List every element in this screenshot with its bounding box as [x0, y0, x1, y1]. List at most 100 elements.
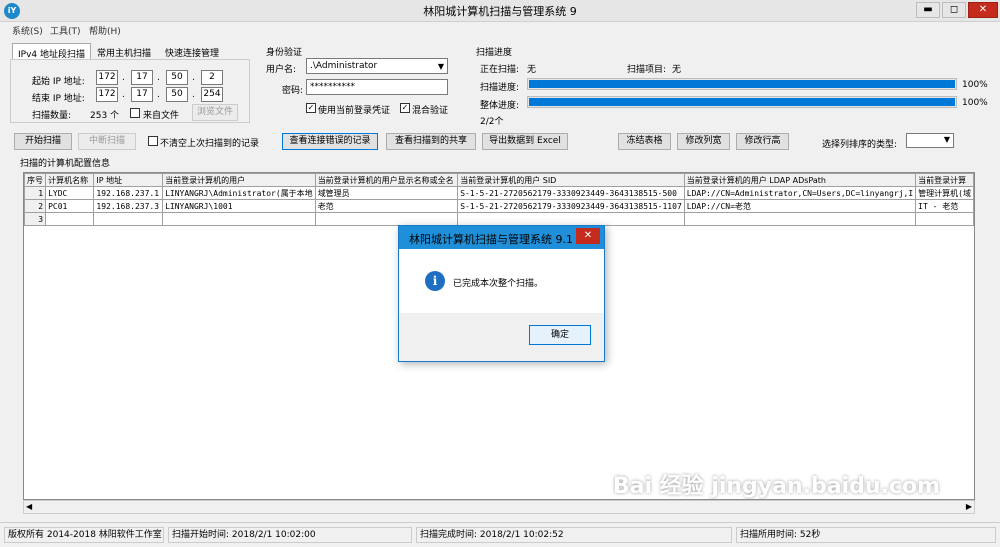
export-excel-button[interactable]: 导出数据到 Excel: [482, 133, 568, 150]
menu-system[interactable]: 系统(S): [12, 24, 43, 37]
table-cell[interactable]: LYDC: [45, 186, 95, 200]
table-cell[interactable]: [683, 212, 917, 226]
end-ip-octet-1[interactable]: 172: [96, 87, 118, 102]
menu-help[interactable]: 帮助(H): [89, 24, 121, 37]
stop-scan-button[interactable]: 中断扫描: [78, 133, 136, 150]
table-cell[interactable]: [314, 212, 459, 226]
from-file-checkbox[interactable]: [130, 108, 140, 118]
column-header[interactable]: 当前登录计算: [915, 173, 974, 187]
column-header[interactable]: 计算机名称: [45, 173, 95, 187]
ok-button[interactable]: 确定: [529, 325, 591, 345]
table-cell[interactable]: LINYANGRJ\Administrator(属于本地: [162, 186, 316, 200]
end-ip-octet-2[interactable]: 17: [131, 87, 153, 102]
table-cell[interactable]: S-1-5-21-2720562179-3330923449-364313851…: [457, 186, 685, 200]
column-header[interactable]: 当前登录计算机的用户 LDAP ADsPath: [683, 173, 917, 187]
end-ip-octet-4[interactable]: 254: [201, 87, 223, 102]
table-cell[interactable]: [162, 212, 316, 226]
close-button[interactable]: ✕: [968, 2, 998, 18]
title-bar: iY 林阳城计算机扫描与管理系统 9 ▬ ◻ ✕: [0, 0, 1000, 22]
start-ip-octet-4[interactable]: 2: [201, 70, 223, 85]
total-progress-percent: 100%: [962, 98, 988, 108]
window-title: 林阳城计算机扫描与管理系统 9: [423, 5, 577, 18]
table-row[interactable]: 1 LYDC 192.168.237.1 LINYANGRJ\Administrato…: [24, 186, 974, 200]
start-ip-octet-3[interactable]: 50: [166, 70, 188, 85]
view-shares-button[interactable]: 查看扫描到的共享: [386, 133, 476, 150]
use-current-credential-checkbox[interactable]: ✓: [306, 103, 316, 113]
column-header[interactable]: 序号: [24, 173, 47, 187]
table-cell[interactable]: [93, 212, 164, 226]
tab-common-hosts[interactable]: 常用主机扫描: [92, 43, 156, 60]
tab-ipv4-scan[interactable]: IPv4 地址段扫描: [12, 43, 91, 60]
browse-file-button[interactable]: 浏览文件: [192, 104, 238, 121]
column-header[interactable]: 当前登录计算机的用户 SID: [457, 173, 685, 187]
table-cell[interactable]: 192.168.237.1: [93, 186, 164, 200]
dialog-message: 已完成本次整个扫描。: [453, 279, 544, 289]
scroll-left-icon[interactable]: ◀: [26, 502, 32, 511]
mixed-auth-checkbox[interactable]: ✓: [400, 103, 410, 113]
column-width-button[interactable]: 修改列宽: [677, 133, 730, 150]
sort-type-select[interactable]: ▼: [906, 133, 954, 148]
menu-tools[interactable]: 工具(T): [50, 24, 81, 37]
minimize-button[interactable]: ▬: [916, 2, 940, 18]
scan-progress-percent: 100%: [962, 80, 988, 90]
total-progress-fill: [529, 98, 955, 106]
dialog-close-button[interactable]: ✕: [576, 228, 600, 244]
status-bar: 版权所有 2014-2018 林阳软件工作室 扫描开始时间: 2018/2/1 …: [0, 522, 1000, 547]
scanning-value: 无: [527, 65, 537, 75]
column-header[interactable]: IP 地址: [93, 173, 164, 187]
status-copyright: 版权所有 2014-2018 林阳软件工作室: [4, 527, 164, 543]
table-cell[interactable]: LDAP://CN=老范: [683, 199, 917, 213]
dialog-title: 林阳城计算机扫描与管理系统 9.1: [409, 233, 573, 246]
dot: .: [122, 73, 125, 83]
chevron-down-icon[interactable]: ▼: [944, 135, 950, 144]
row-number-cell[interactable]: 2: [24, 199, 47, 213]
scan-count-value: 253 个: [90, 111, 120, 121]
chevron-down-icon[interactable]: ▼: [438, 60, 444, 74]
scan-progress-label: 扫描进度:: [480, 83, 520, 93]
row-number-cell[interactable]: 3: [24, 212, 47, 226]
end-ip-label: 结束 IP 地址:: [32, 94, 85, 104]
row-height-button[interactable]: 修改行高: [736, 133, 789, 150]
end-ip-octet-3[interactable]: 50: [166, 87, 188, 102]
start-ip-octet-1[interactable]: 172: [96, 70, 118, 85]
auth-section-title: 身份验证: [266, 48, 303, 58]
dot: .: [157, 73, 160, 83]
table-cell[interactable]: 老范: [314, 199, 459, 213]
tab-quick-connect[interactable]: 快速连接管理: [160, 43, 224, 60]
data-table: 序号 计算机名称 IP 地址 当前登录计算机的用户 当前登录计算机的用户显示名称或全名当…: [24, 173, 974, 226]
column-header[interactable]: 当前登录计算机的用户显示名称或全名: [314, 173, 459, 187]
table-cell[interactable]: IT - 老范: [915, 199, 974, 213]
maximize-button[interactable]: ◻: [942, 2, 966, 18]
mixed-auth-label: 混合验证: [412, 106, 449, 116]
row-number-cell[interactable]: 1: [24, 186, 47, 200]
freeze-table-button[interactable]: 冻结表格: [618, 133, 671, 150]
table-cell[interactable]: PC01: [45, 199, 95, 213]
view-errors-button[interactable]: 查看连接错误的记录: [282, 133, 378, 150]
username-value: .\Administrator: [310, 61, 378, 71]
scroll-right-icon[interactable]: ▶: [966, 502, 972, 511]
scan-progress-bar: [527, 78, 957, 90]
start-scan-button[interactable]: 开始扫描: [14, 133, 72, 150]
table-row[interactable]: 3: [24, 212, 974, 226]
password-label: 密码:: [282, 86, 304, 96]
horizontal-scrollbar[interactable]: ◀ ▶: [23, 500, 975, 514]
table-row[interactable]: 2 PC01 192.168.237.3 LINYANGRJ\1001 老范 S-1-5-…: [24, 199, 974, 213]
keep-records-checkbox[interactable]: [148, 136, 158, 146]
username-field[interactable]: .\Administrator ▼: [306, 58, 448, 74]
table-cell[interactable]: [45, 212, 95, 226]
dialog-title-bar: 林阳城计算机扫描与管理系统 9.1 ✕: [399, 226, 604, 249]
table-cell[interactable]: LINYANGRJ\1001: [162, 199, 316, 213]
table-cell[interactable]: 192.168.237.3: [93, 199, 164, 213]
table-cell[interactable]: [457, 212, 685, 226]
password-field[interactable]: **********: [306, 79, 448, 95]
column-header[interactable]: 当前登录计算机的用户: [162, 173, 316, 187]
table-cell[interactable]: [915, 212, 974, 226]
username-label: 用户名:: [266, 65, 297, 75]
table-cell[interactable]: 管理计算机(域: [915, 186, 974, 200]
table-cell[interactable]: LDAP://CN=Administrator,CN=Users,DC=liny…: [683, 186, 917, 200]
progress-count: 2/2个: [480, 117, 504, 127]
dot: .: [157, 90, 160, 100]
table-cell[interactable]: S-1-5-21-2720562179-3330923449-364313851…: [457, 199, 685, 213]
start-ip-octet-2[interactable]: 17: [131, 70, 153, 85]
table-cell[interactable]: 域管理员: [314, 186, 459, 200]
